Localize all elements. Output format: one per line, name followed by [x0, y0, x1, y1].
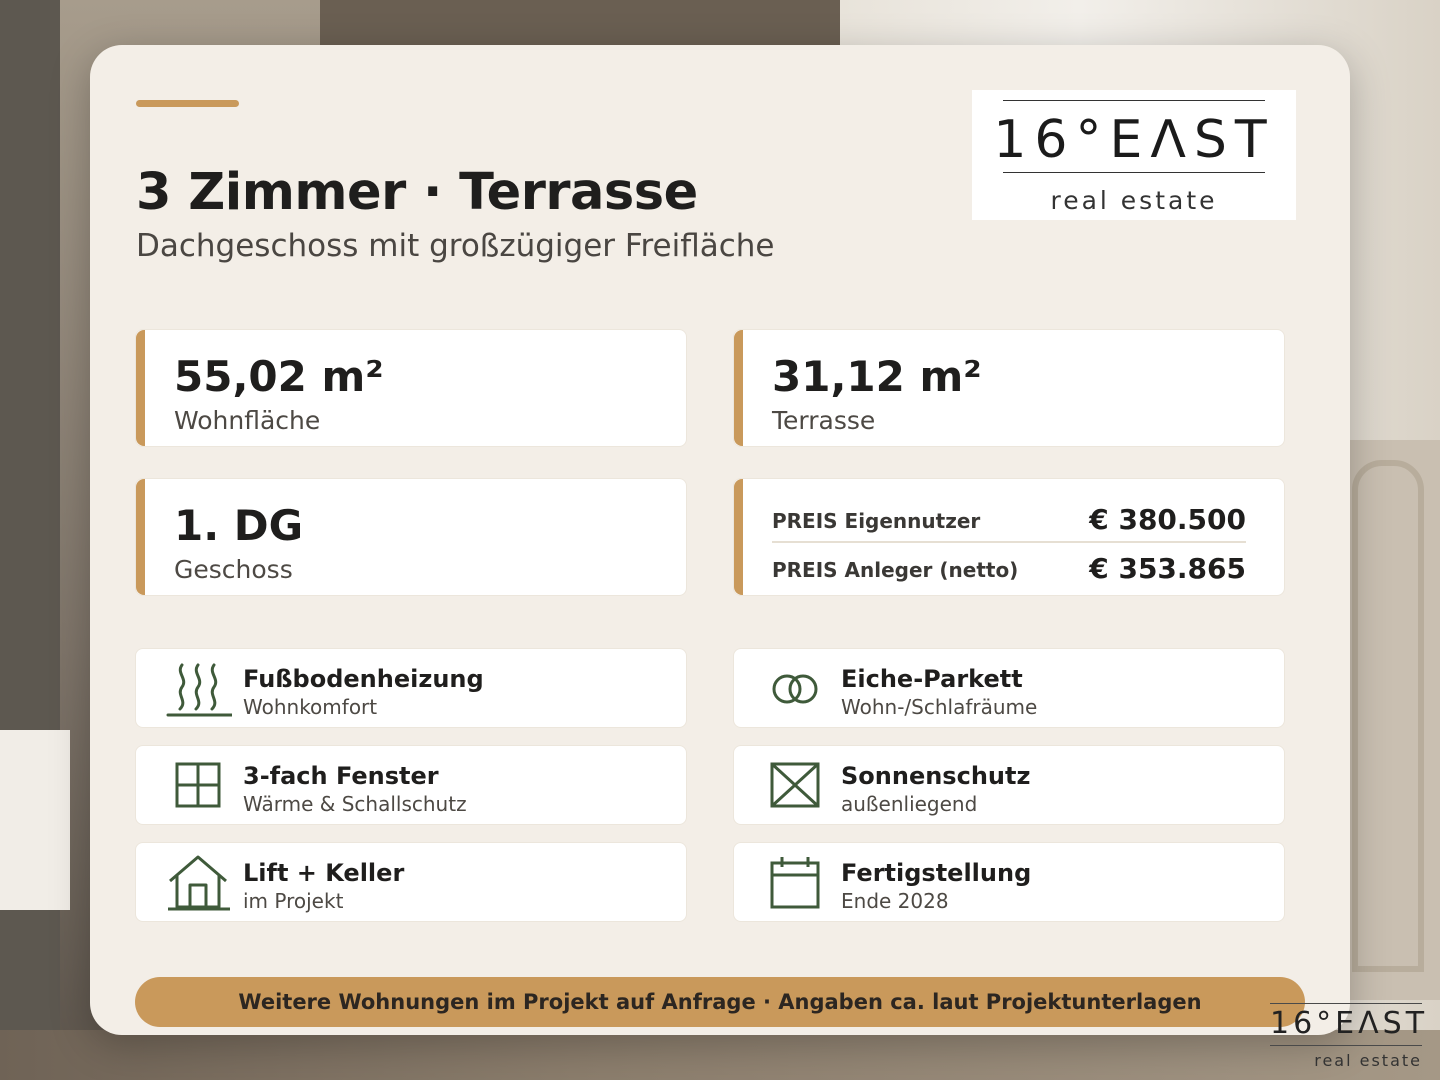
corner-watermark-logo: 16°EΛST real estate [1270, 1003, 1429, 1073]
feature-subtitle: Wärme & Schallschutz [243, 792, 467, 816]
price-investor-label: PREIS Anleger (netto) [772, 558, 1019, 582]
feature-title: 3-fach Fenster [243, 762, 439, 790]
feature-windows: 3-fach Fenster Wärme & Schallschutz [135, 745, 687, 825]
feature-subtitle: Wohn-/Schlafräume [841, 695, 1038, 719]
floor-heating-icon [166, 663, 232, 717]
listing-title: 3 Zimmer · Terrasse [136, 163, 698, 222]
calendar-icon [770, 857, 820, 909]
feature-title: Eiche-Parkett [841, 665, 1023, 693]
feature-subtitle: außenliegend [841, 792, 978, 816]
corner-logo-name: 16°EΛST [1270, 1006, 1429, 1041]
stat-value: 31,12 m² [772, 352, 982, 401]
rings-icon [772, 674, 818, 704]
stat-value: 55,02 m² [174, 352, 384, 401]
listing-card: 3 Zimmer · Terrasse Dachgeschoss mit gro… [90, 45, 1350, 1035]
price-box: PREIS Eigennutzer € 380.500 PREIS Anlege… [733, 478, 1285, 596]
corner-logo-tagline: real estate [1314, 1051, 1422, 1070]
brand-logo-name: 16°EΛST [993, 110, 1275, 170]
brand-logo-tagline: real estate [1050, 186, 1218, 215]
house-icon [168, 855, 230, 911]
feature-title: Fußbodenheizung [243, 665, 484, 693]
feature-title: Fertigstellung [841, 859, 1032, 887]
feature-completion: Fertigstellung Ende 2028 [733, 842, 1285, 922]
stat-label: Geschoss [174, 555, 293, 584]
stat-value: 1. DG [174, 501, 304, 550]
brand-logo: 16°EΛST real estate [972, 90, 1296, 220]
feature-subtitle: Wohnkomfort [243, 695, 378, 719]
feature-subtitle: im Projekt [243, 889, 344, 913]
feature-subtitle: Ende 2028 [841, 889, 949, 913]
accent-bar [136, 100, 239, 107]
feature-parquet: Eiche-Parkett Wohn-/Schlafräume [733, 648, 1285, 728]
sunshade-icon [770, 762, 820, 808]
price-owner-label: PREIS Eigennutzer [772, 509, 981, 533]
price-owner-row: PREIS Eigennutzer € 380.500 [772, 501, 1246, 541]
feature-title: Sonnenschutz [841, 762, 1031, 790]
price-investor-row: PREIS Anleger (netto) € 353.865 [772, 550, 1246, 590]
feature-sunshade: Sonnenschutz außenliegend [733, 745, 1285, 825]
feature-floor-heating: Fußbodenheizung Wohnkomfort [135, 648, 687, 728]
stat-terrace: 31,12 m² Terrasse [733, 329, 1285, 447]
price-investor-value: € 353.865 [1089, 552, 1246, 585]
feature-lift-cellar: Lift + Keller im Projekt [135, 842, 687, 922]
price-owner-value: € 380.500 [1089, 503, 1246, 536]
footer-note: Weitere Wohnungen im Projekt auf Anfrage… [135, 977, 1305, 1027]
stat-living-area: 55,02 m² Wohnfläche [135, 329, 687, 447]
feature-title: Lift + Keller [243, 859, 405, 887]
stat-label: Wohnfläche [174, 406, 321, 435]
stat-label: Terrasse [772, 406, 876, 435]
stat-floor: 1. DG Geschoss [135, 478, 687, 596]
listing-subtitle: Dachgeschoss mit großzügiger Freifläche [136, 228, 775, 264]
window-icon [175, 762, 221, 808]
price-divider [772, 541, 1246, 543]
